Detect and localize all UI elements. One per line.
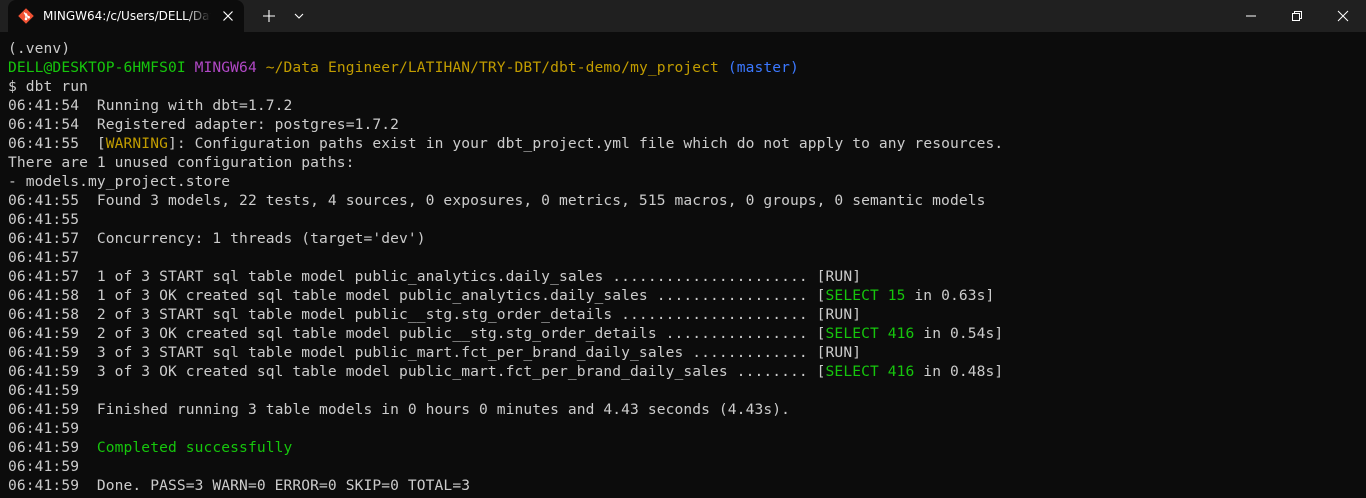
log-message: Found 3 models, 22 tests, 4 sources, 0 e… [96, 192, 986, 209]
log-message: Registered adapter: postgres=1.7.2 [96, 116, 400, 133]
log-duration: in 0.54s] [914, 325, 1004, 342]
new-tab-icon[interactable] [258, 6, 280, 26]
log-line: - models.my_project.store [8, 172, 1003, 191]
log-timestamp: 06:41:57 [8, 230, 80, 247]
log-message: 3 of 3 OK created sql table model public… [96, 363, 826, 380]
command-text: $ dbt run [8, 78, 88, 95]
log-message: Concurrency: 1 threads (target='dev') [96, 230, 426, 247]
log-message: 2 of 3 START sql table model public__stg… [96, 306, 862, 323]
log-line: 06:41:57 [8, 248, 1003, 267]
prompt-line: DELL@DESKTOP-6HMFS0I MINGW64 ~/Data Engi… [8, 58, 1003, 77]
log-message: There are 1 unused configuration paths: [8, 154, 355, 171]
log-message: 1 of 3 OK created sql table model public… [96, 287, 826, 304]
tab-terminal[interactable]: MINGW64:/c/Users/DELL/Dat [8, 0, 244, 32]
minimize-icon[interactable] [1228, 0, 1274, 32]
chevron-down-icon[interactable] [288, 6, 310, 26]
log-timestamp: 06:41:59 [8, 477, 80, 494]
success-message: Completed successfully [96, 439, 293, 456]
log-line: 06:41:59 Completed successfully [8, 438, 1003, 457]
log-message: Finished running 3 table models in 0 hou… [96, 401, 790, 418]
log-timestamp: 06:41:59 [8, 458, 80, 475]
log-timestamp: 06:41:59 [8, 420, 80, 437]
log-line: 06:41:55 [8, 210, 1003, 229]
select-status: SELECT 15 [825, 287, 906, 304]
log-timestamp: 06:41:54 [8, 97, 80, 114]
venv-line: (.venv) [8, 39, 1003, 58]
select-status: SELECT 416 [825, 325, 915, 342]
log-timestamp: 06:41:58 [8, 287, 80, 304]
log-message: Done. PASS=3 WARN=0 ERROR=0 SKIP=0 TOTAL… [96, 477, 471, 494]
log-line: 06:41:59 3 of 3 OK created sql table mod… [8, 362, 1003, 381]
log-line: 06:41:58 2 of 3 START sql table model pu… [8, 305, 1003, 324]
command-line: $ dbt run [8, 77, 1003, 96]
log-line: There are 1 unused configuration paths: [8, 153, 1003, 172]
log-line: 06:41:57 Concurrency: 1 threads (target=… [8, 229, 1003, 248]
log-timestamp: 06:41:59 [8, 382, 80, 399]
tab-close-icon[interactable] [220, 8, 236, 24]
log-message: 3 of 3 START sql table model public_mart… [96, 344, 862, 361]
select-status: SELECT 416 [825, 363, 915, 380]
log-timestamp: 06:41:59 [8, 344, 80, 361]
prompt-shell: MINGW64 [194, 59, 257, 76]
venv-indicator: (.venv) [8, 40, 71, 57]
terminal-output[interactable]: (.venv) DELL@DESKTOP-6HMFS0I MINGW64 ~/D… [0, 32, 1366, 498]
log-line: 06:41:54 Running with dbt=1.7.2 [8, 96, 1003, 115]
warning-label: WARNING [105, 135, 168, 152]
log-duration: in 0.63s] [905, 287, 995, 304]
log-duration: in 0.48s] [914, 363, 1004, 380]
log-timestamp: 06:41:57 [8, 268, 80, 285]
log-timestamp: 06:41:55 [8, 192, 80, 209]
log-line: 06:41:59 [8, 457, 1003, 476]
log-line: 06:41:59 Finished running 3 table models… [8, 400, 1003, 419]
log-line: 06:41:59 [8, 419, 1003, 438]
title-bar: MINGW64:/c/Users/DELL/Dat [0, 0, 1366, 32]
prompt-branch: (master) [727, 59, 799, 76]
log-line: 06:41:59 2 of 3 OK created sql table mod… [8, 324, 1003, 343]
log-message: : Configuration paths exist in your dbt_… [176, 135, 1004, 152]
log-line: 06:41:54 Registered adapter: postgres=1.… [8, 115, 1003, 134]
log-line: 06:41:59 [8, 381, 1003, 400]
log-timestamp: 06:41:55 [8, 135, 80, 152]
log-line: 06:41:55 Found 3 models, 22 tests, 4 sou… [8, 191, 1003, 210]
log-message: Running with dbt=1.7.2 [96, 97, 293, 114]
log-message: - models.my_project.store [8, 173, 231, 190]
log-timestamp: 06:41:54 [8, 116, 80, 133]
log-timestamp: 06:41:59 [8, 325, 80, 342]
close-window-icon[interactable] [1320, 0, 1366, 32]
prompt-path: ~/Data Engineer/LATIHAN/TRY-DBT/dbt-demo… [265, 59, 719, 76]
log-line: 06:41:57 1 of 3 START sql table model pu… [8, 267, 1003, 286]
log-timestamp: 06:41:59 [8, 363, 80, 380]
log-line: 06:41:59 3 of 3 START sql table model pu… [8, 343, 1003, 362]
log-timestamp: 06:41:57 [8, 249, 80, 266]
prompt-user-host: DELL@DESKTOP-6HMFS0I [8, 59, 186, 76]
tab-title: MINGW64:/c/Users/DELL/Dat [43, 9, 211, 23]
log-timestamp: 06:41:59 [8, 439, 80, 456]
log-timestamp: 06:41:55 [8, 211, 80, 228]
log-timestamp: 06:41:58 [8, 306, 80, 323]
log-line: 06:41:59 Done. PASS=3 WARN=0 ERROR=0 SKI… [8, 476, 1003, 495]
maximize-icon[interactable] [1274, 0, 1320, 32]
log-line: 06:41:55 [WARNING]: Configuration paths … [8, 135, 1004, 152]
log-message: 2 of 3 OK created sql table model public… [96, 325, 826, 342]
log-message: 1 of 3 START sql table model public_anal… [96, 268, 862, 285]
git-bash-icon [18, 8, 34, 24]
log-timestamp: 06:41:59 [8, 401, 80, 418]
log-line: 06:41:58 1 of 3 OK created sql table mod… [8, 286, 1003, 305]
